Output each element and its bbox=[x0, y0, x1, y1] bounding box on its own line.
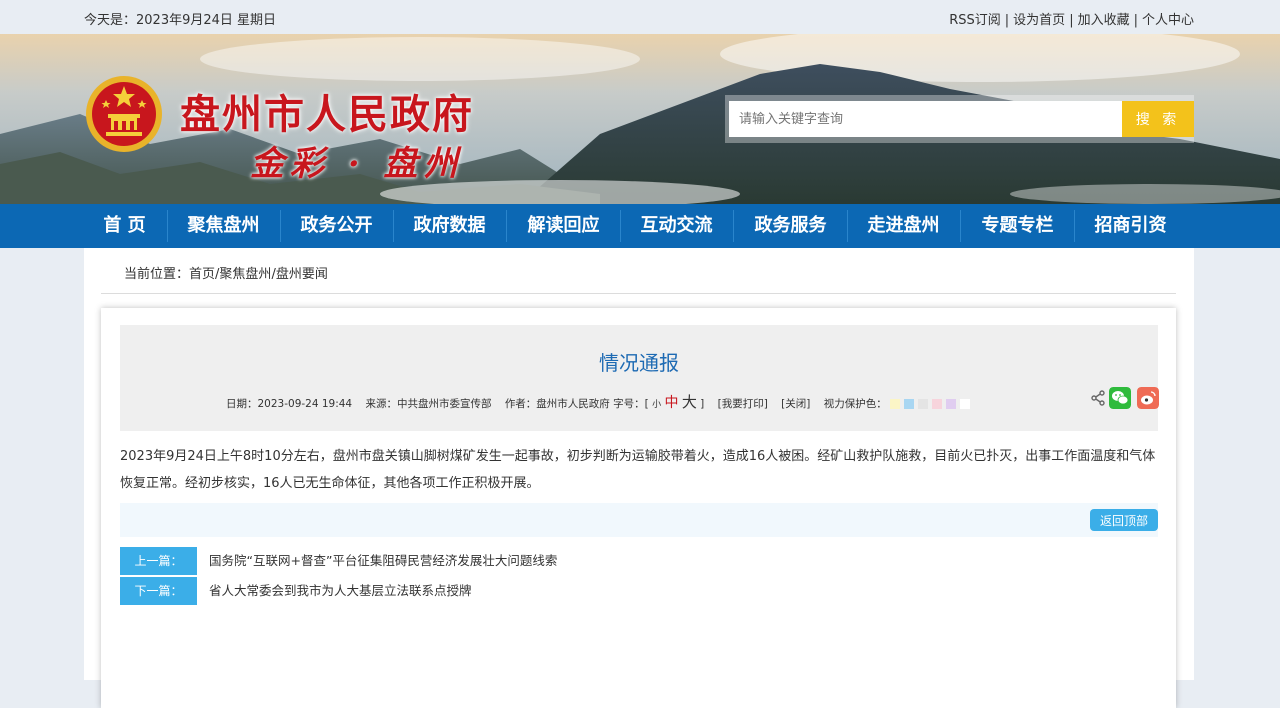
article-source: 来源：中共盘州市委宣传部 bbox=[365, 398, 492, 410]
print-link[interactable]: [我要打印] bbox=[718, 398, 768, 410]
font-size-small[interactable]: 小 bbox=[652, 400, 661, 410]
breadcrumb-prefix: 当前位置： bbox=[124, 267, 190, 282]
eye-color-swatch[interactable] bbox=[960, 399, 971, 409]
search-button[interactable]: 搜 索 bbox=[1122, 101, 1194, 137]
weibo-icon[interactable] bbox=[1137, 387, 1159, 409]
eye-color-swatch[interactable] bbox=[932, 399, 943, 409]
prev-article-label: 上一篇： bbox=[120, 547, 197, 575]
next-article: 下一篇： 省人大常委会到我市为人大基层立法联系点授牌 bbox=[120, 577, 1160, 605]
nav-item-interpretation[interactable]: 解读回应 bbox=[507, 204, 620, 248]
article-tool-strip: 返回顶部 bbox=[120, 503, 1158, 537]
font-size-large[interactable]: 大 bbox=[682, 393, 697, 411]
nav-item-special-topics[interactable]: 专题专栏 bbox=[961, 204, 1074, 248]
next-article-link[interactable]: 省人大常委会到我市为人大基层立法联系点授牌 bbox=[209, 577, 472, 605]
rss-link[interactable]: RSS订阅 bbox=[949, 13, 1001, 28]
breadcrumb-focus[interactable]: 聚焦盘州 bbox=[219, 267, 271, 282]
nav-item-interaction[interactable]: 互动交流 bbox=[620, 204, 733, 248]
search-box: 搜 索 bbox=[725, 95, 1194, 143]
today-date: 今天是：2023年9月24日 星期日 bbox=[84, 13, 277, 28]
eye-color-swatch[interactable] bbox=[904, 399, 915, 409]
eye-color-swatch[interactable] bbox=[890, 399, 901, 409]
eye-color-swatch[interactable] bbox=[918, 399, 929, 409]
article-title: 情况通报 bbox=[599, 351, 679, 375]
separator: | bbox=[1133, 13, 1138, 28]
article-meta: 日期：2023-09-24 19:44 来源：中共盘州市委宣传部 作者：盘州市人… bbox=[226, 391, 974, 412]
article-card: 情况通报 日期：2023-09-24 19:44 来源：中共盘州市委宣传部 作者… bbox=[101, 308, 1176, 708]
eye-protect-label: 视力保护色： bbox=[823, 398, 887, 410]
search-input[interactable] bbox=[729, 101, 1122, 137]
wechat-icon[interactable] bbox=[1109, 387, 1131, 409]
top-bar: 今天是：2023年9月24日 星期日 RSS订阅 | 设为首页 | 加入收藏 | 个人中心 bbox=[0, 0, 1280, 34]
article-date: 日期：2023-09-24 19:44 bbox=[226, 398, 353, 410]
breadcrumb: 当前位置：首页/聚焦盘州/盘州要闻 bbox=[124, 263, 328, 282]
separator: | bbox=[1004, 13, 1010, 28]
top-links: RSS订阅 | 设为首页 | 加入收藏 | 个人中心 bbox=[949, 9, 1194, 28]
nav-item-home[interactable]: 首 页 bbox=[68, 204, 181, 248]
site-slogan: 金彩 · 盘州 bbox=[250, 144, 464, 184]
nav-item-gov-data[interactable]: 政府数据 bbox=[393, 204, 506, 248]
main-nav: 首 页 聚焦盘州 政务公开 政府数据 解读回应 互动交流 政务服务 走进盘州 专… bbox=[0, 204, 1280, 248]
prev-article: 上一篇： 国务院“互联网+督查”平台征集阻碍民营经济发展壮大问题线索 bbox=[120, 547, 1160, 575]
national-emblem-icon bbox=[86, 76, 162, 152]
header-banner: 盘州市人民政府 金彩 · 盘州 搜 索 bbox=[0, 34, 1280, 204]
font-size-medium[interactable]: 中 bbox=[664, 395, 678, 411]
prev-article-link[interactable]: 国务院“互联网+督查”平台征集阻碍民营经济发展壮大问题线索 bbox=[209, 547, 557, 575]
nav-item-gov-services[interactable]: 政务服务 bbox=[734, 204, 847, 248]
font-size-end: ] bbox=[700, 398, 705, 410]
share-icon[interactable] bbox=[1090, 390, 1106, 406]
content-wrapper: 当前位置：首页/聚焦盘州/盘州要闻 情况通报 日期：2023-09-24 19:… bbox=[84, 248, 1194, 708]
breadcrumb-news[interactable]: 盘州要闻 bbox=[276, 267, 328, 282]
separator: | bbox=[1069, 13, 1074, 28]
back-to-top-button[interactable]: 返回顶部 bbox=[1090, 509, 1158, 531]
next-article-label: 下一篇： bbox=[120, 577, 197, 605]
nav-item-focus[interactable]: 聚焦盘州 bbox=[167, 204, 280, 248]
personal-center-link[interactable]: 个人中心 bbox=[1142, 13, 1194, 28]
breadcrumb-divider bbox=[101, 293, 1176, 294]
article-header: 情况通报 日期：2023-09-24 19:44 来源：中共盘州市委宣传部 作者… bbox=[120, 325, 1159, 431]
nav-item-investment[interactable]: 招商引资 bbox=[1074, 204, 1187, 248]
article-author: 作者：盘州市人民政府 bbox=[504, 398, 610, 410]
close-link[interactable]: [关闭] bbox=[781, 398, 810, 410]
breadcrumb-home[interactable]: 首页 bbox=[189, 267, 215, 282]
site-title: 盘州市人民政府 bbox=[180, 91, 474, 138]
nav-item-about-panzhou[interactable]: 走进盘州 bbox=[847, 204, 960, 248]
font-size-label: 字号：[ bbox=[613, 398, 649, 410]
add-favorite-link[interactable]: 加入收藏 bbox=[1078, 13, 1130, 28]
nav-item-gov-affairs-public[interactable]: 政务公开 bbox=[280, 204, 393, 248]
article-body: 2023年9月24日上午8时10分左右，盘州市盘关镇山脚树煤矿发生一起事故，初步… bbox=[120, 449, 1156, 491]
eye-color-swatch[interactable] bbox=[946, 399, 957, 409]
set-homepage-link[interactable]: 设为首页 bbox=[1013, 13, 1065, 28]
